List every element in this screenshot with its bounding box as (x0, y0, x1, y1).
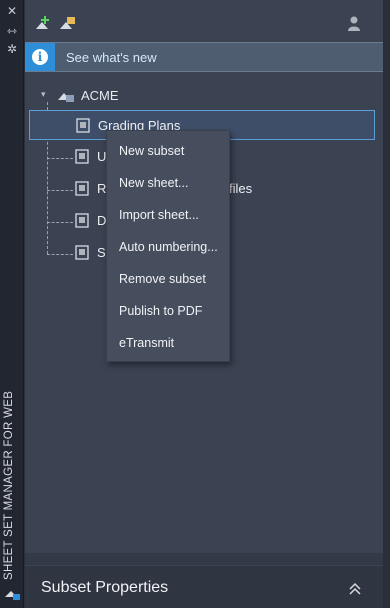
subset-icon (75, 245, 89, 260)
tree-root-acme[interactable]: ▾ ACME (41, 86, 119, 104)
menu-item-import-sheet[interactable]: Import sheet... (107, 201, 229, 229)
subset-icon (75, 213, 89, 228)
info-icon: i (25, 43, 55, 71)
user-icon[interactable] (345, 14, 363, 32)
menu-item-new-sheet[interactable]: New sheet... (107, 169, 229, 197)
whats-new-banner: i See what's new (25, 42, 383, 72)
subset-icon (75, 181, 89, 196)
subset-label: D (97, 213, 107, 228)
chevron-down-icon[interactable]: ▾ (41, 90, 51, 100)
menu-item-new-subset[interactable]: New subset (107, 137, 229, 165)
subset-label: S (97, 245, 106, 260)
chevron-double-up-icon[interactable] (348, 582, 362, 596)
menu-item-remove-subset[interactable]: Remove subset (107, 265, 229, 293)
sheet-set-manager-icon (5, 591, 20, 600)
subset-label-suffix: files (229, 181, 253, 196)
subset-icon (76, 118, 90, 133)
close-icon[interactable]: ✕ (4, 4, 20, 18)
side-strip: ✕ ⇿ ✲ SHEET SET MANAGER FOR WEB (0, 0, 24, 608)
menu-item-publish-pdf[interactable]: Publish to PDF (107, 297, 229, 325)
context-menu: New subset New sheet... Import sheet... … (106, 130, 230, 362)
menu-item-etransmit[interactable]: eTransmit (107, 329, 229, 357)
whats-new-link[interactable]: See what's new (66, 50, 157, 65)
new-sheet-set-icon[interactable] (35, 14, 53, 32)
settings-icon[interactable]: ✲ (4, 42, 20, 56)
open-sheet-set-icon[interactable] (59, 14, 77, 32)
palette-title: SHEET SET MANAGER FOR WEB (3, 390, 15, 580)
info-glyph: i (32, 49, 48, 65)
splitter-grip[interactable] (172, 557, 236, 570)
subset-properties-title: Subset Properties (41, 579, 169, 596)
subset-label: R (97, 181, 107, 196)
tree-root-label: ACME (81, 87, 119, 103)
right-edge (383, 0, 390, 608)
pin-icon[interactable]: ⇿ (4, 24, 20, 38)
subset-properties-header: Subset Properties (25, 566, 383, 608)
subset-icon (75, 149, 89, 164)
subset-label: U (97, 149, 107, 164)
top-toolbar (25, 0, 383, 40)
menu-item-auto-numbering[interactable]: Auto numbering... (107, 233, 229, 261)
panel-splitter[interactable] (25, 553, 383, 570)
sheet-set-icon (58, 93, 74, 102)
